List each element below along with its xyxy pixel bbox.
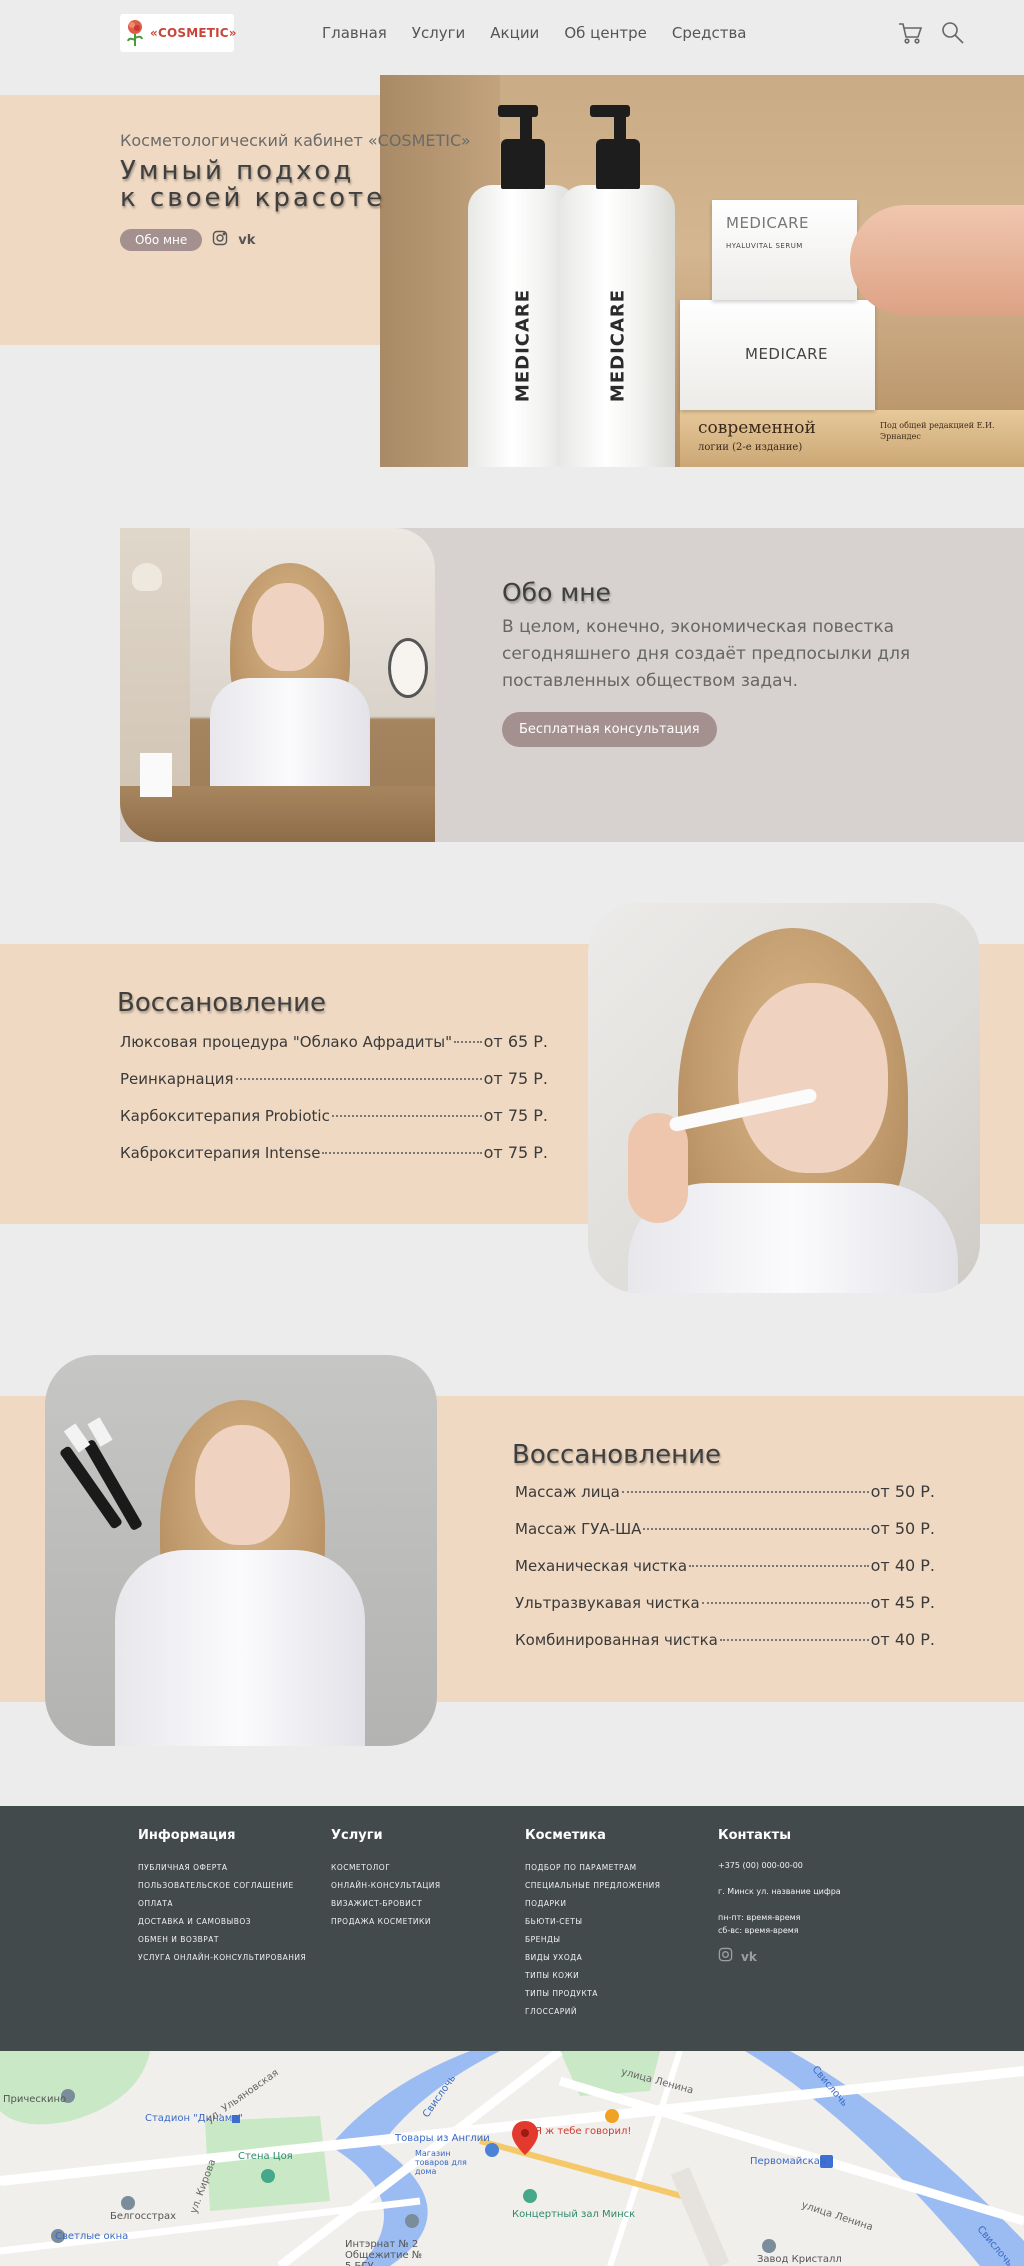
location-map[interactable]: Прическино Стадион "Динамо" ул. Ульяновс… <box>0 2051 1024 2266</box>
footer-link[interactable]: ТИПЫ КОЖИ <box>525 1967 660 1985</box>
footer-link[interactable]: КОСМЕТОЛОГ <box>331 1859 441 1877</box>
instagram-icon[interactable] <box>212 230 228 250</box>
book-title: современной <box>698 418 816 438</box>
bottle-brand-label: MEDICARE <box>512 288 534 403</box>
about-portrait-photo <box>120 528 435 842</box>
footer-link[interactable]: ПОЛЬЗОВАТЕЛЬСКОЕ СОГЛАШЕНИЕ <box>138 1877 306 1895</box>
services2-title: Воссановление <box>512 1440 722 1470</box>
footer-link[interactable]: ГЛОССАРИЙ <box>525 2003 660 2021</box>
footer-social: vk <box>718 1947 841 1966</box>
services2-photo <box>45 1355 437 1746</box>
footer-link[interactable]: СПЕЦИАЛЬНЫЕ ПРЕДЛОЖЕНИЯ <box>525 1877 660 1895</box>
footer: Информация ПУБЛИЧНАЯ ОФЕРТА ПОЛЬЗОВАТЕЛЬ… <box>0 1806 1024 2051</box>
footer-link[interactable]: ОПЛАТА <box>138 1895 306 1913</box>
box-brand-label: MEDICARE <box>745 345 829 363</box>
about-me-button[interactable]: Обо мне <box>120 229 203 251</box>
price-row[interactable]: Люксовая процедура "Облако Афрадиты" от 6… <box>120 1032 548 1069</box>
box-brand-label: MEDICARE <box>726 214 810 232</box>
footer-phone[interactable]: +375 (00) 000-00-00 <box>718 1859 841 1872</box>
footer-services-column: Услуги КОСМЕТОЛОГ ОНЛАЙН-КОНСУЛЬТАЦИЯ ВИ… <box>331 1828 441 1931</box>
book-subtitle: логии (2-е издание) <box>698 442 803 453</box>
map-label: Магазин товаров для дома <box>415 2149 467 2176</box>
services1-price-list: Люксовая процедура "Облако Афрадиты" от 6… <box>120 1032 548 1180</box>
logo[interactable]: «COSMETIC» <box>120 14 237 52</box>
hero-title-line1: Умный подход <box>120 156 355 186</box>
services1-photo <box>588 903 980 1293</box>
rose-logo-icon <box>124 18 146 48</box>
vk-icon[interactable]: vk <box>238 233 255 248</box>
footer-link[interactable]: ПУБЛИЧНАЯ ОФЕРТА <box>138 1859 306 1877</box>
search-icon[interactable] <box>940 20 966 46</box>
footer-cosmetics-column: Косметика ПОДБОР ПО ПАРАМЕТРАМ СПЕЦИАЛЬН… <box>525 1828 660 2021</box>
price-row[interactable]: Ультразвукавая чистка от 45 Р. <box>515 1593 935 1630</box>
services1-title: Воссановление <box>117 988 327 1018</box>
hero-title: Умный подход к своей красоте <box>120 158 385 212</box>
map-label: Интэрнат № 2 Общежитие № 5 БГУ <box>345 2239 423 2266</box>
footer-link[interactable]: ВИДЫ УХОДА <box>525 1949 660 1967</box>
price-row[interactable]: Массаж лица от 50 Р. <box>515 1482 935 1519</box>
instagram-icon[interactable] <box>718 1947 733 1966</box>
hero-products-photo: MEDICARE MEDICARE современной логии (2-е… <box>380 75 1024 467</box>
footer-contacts-column: Контакты +375 (00) 000-00-00 г. Минск ул… <box>718 1828 841 1966</box>
map-label: Концертный зал Минск <box>512 2209 636 2220</box>
cart-icon[interactable] <box>897 20 923 46</box>
map-label: Стена Цоя <box>238 2151 293 2162</box>
footer-info-title: Информация <box>138 1828 236 1843</box>
about-text: В целом, конечно, экономическая повестка… <box>502 617 911 691</box>
footer-link[interactable]: УСЛУГА ОНЛАЙН-КОНСУЛЬТИРОВАНИЯ <box>138 1949 306 1967</box>
map-label: Завод Кристалл <box>757 2254 842 2265</box>
book-editor: Под общей редакцией Е.И. Эрнандес <box>880 421 995 441</box>
services2-price-list: Массаж лица от 50 Р. Массаж ГУА-ША от 50 Р… <box>515 1482 935 1667</box>
map-label: Я ж тебе говорил! <box>535 2126 632 2137</box>
footer-contacts-title: Контакты <box>718 1828 791 1843</box>
map-label: Товары из Англии <box>395 2133 490 2144</box>
map-label: Первомайская <box>750 2156 826 2167</box>
footer-link[interactable]: ОНЛАЙН-КОНСУЛЬТАЦИЯ <box>331 1877 441 1895</box>
nav-home[interactable]: Главная <box>322 24 387 42</box>
footer-address: г. Минск ул. название цифра <box>718 1887 841 1896</box>
price-row[interactable]: Реинкарнация от 75 Р. <box>120 1069 548 1106</box>
nav-products[interactable]: Средства <box>672 24 747 42</box>
price-row[interactable]: Массаж ГУА-ША от 50 Р. <box>515 1519 935 1556</box>
hero-actions: Обо мне vk <box>120 229 255 251</box>
hero-subtitle: Косметологический кабинет «COSMETIC» <box>120 131 471 150</box>
map-label: Прическино <box>3 2094 67 2105</box>
price-row[interactable]: Карбокситерапия Probiotic от 75 Р. <box>120 1106 548 1143</box>
footer-cosmetics-title: Косметика <box>525 1828 606 1843</box>
nav-services[interactable]: Услуги <box>412 24 465 42</box>
free-consultation-button[interactable]: Бесплатная консультация <box>502 712 717 747</box>
logo-text: «COSMETIC» <box>150 26 237 40</box>
footer-link[interactable]: ТИПЫ ПРОДУКТА <box>525 1985 660 2003</box>
nav-promos[interactable]: Акции <box>490 24 539 42</box>
footer-link[interactable]: ПРОДАЖА КОСМЕТИКИ <box>331 1913 441 1931</box>
footer-services-title: Услуги <box>331 1828 383 1843</box>
hero-title-line2: к своей красоте <box>120 183 386 213</box>
footer-link[interactable]: ВИЗАЖИСТ-БРОВИСТ <box>331 1895 441 1913</box>
nav-about-center[interactable]: Об центре <box>564 24 647 42</box>
footer-hours-weekdays: пн-пт: время-время <box>718 1913 801 1922</box>
main-nav: Главная Услуги Акции Об центре Средства <box>322 24 747 42</box>
footer-link[interactable]: ОБМЕН И ВОЗВРАТ <box>138 1931 306 1949</box>
footer-info-column: Информация ПУБЛИЧНАЯ ОФЕРТА ПОЛЬЗОВАТЕЛЬ… <box>138 1828 306 1967</box>
footer-hours-weekend: сб-вс: время-время <box>718 1926 799 1935</box>
map-label: Стадион "Динамо" <box>145 2113 244 2124</box>
footer-link[interactable]: ПОДАРКИ <box>525 1895 660 1913</box>
vk-icon[interactable]: vk <box>741 1950 757 1964</box>
box-product-label: HYALUVITAL SERUM <box>726 242 803 250</box>
footer-link[interactable]: ДОСТАВКА И САМОВЫВОЗ <box>138 1913 306 1931</box>
map-label: Белгосстрах <box>110 2211 176 2222</box>
footer-link[interactable]: БРЕНДЫ <box>525 1931 660 1949</box>
price-row[interactable]: Комбинированная чистка от 40 Р. <box>515 1630 935 1667</box>
price-row[interactable]: Механическая чистка от 40 Р. <box>515 1556 935 1593</box>
map-label: Светлые окна <box>55 2231 129 2242</box>
footer-link[interactable]: ПОДБОР ПО ПАРАМЕТРАМ <box>525 1859 660 1877</box>
about-title: Обо мне <box>502 578 611 607</box>
price-row[interactable]: Каброкситерапия Intense от 75 Р. <box>120 1143 548 1180</box>
bottle-brand-label: MEDICARE <box>607 288 628 403</box>
header: «COSMETIC» Главная Услуги Акции Об центр… <box>0 0 1024 68</box>
footer-link[interactable]: БЬЮТИ-СЕТЫ <box>525 1913 660 1931</box>
